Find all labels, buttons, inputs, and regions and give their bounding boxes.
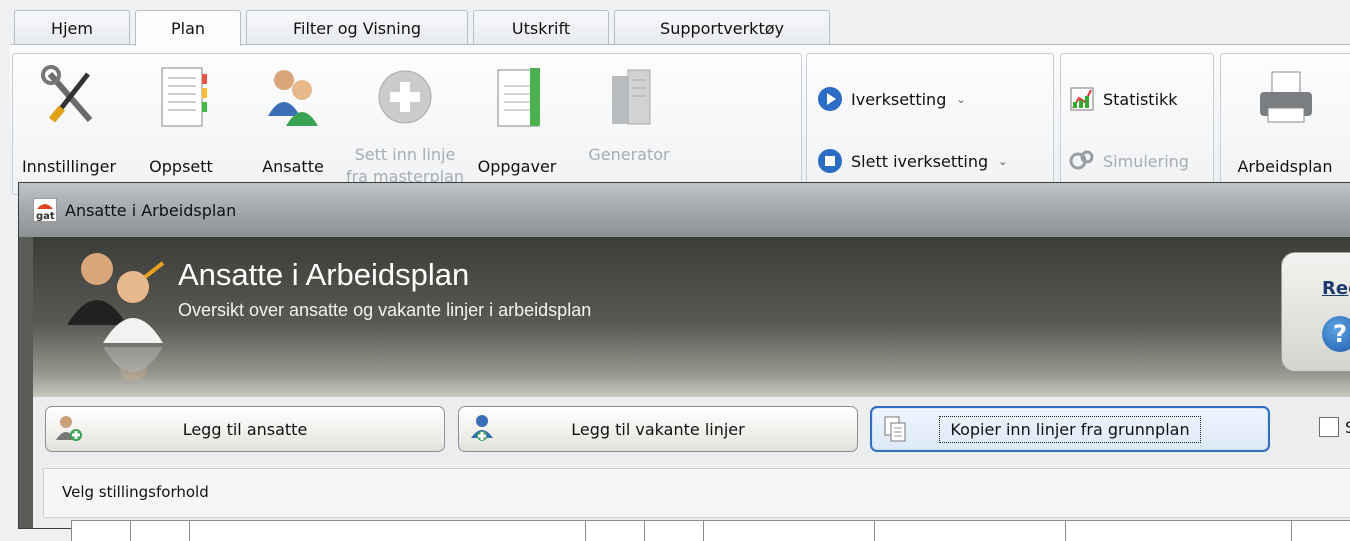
ribbon-group-plan: Innstillinger Oppsett Ansatte Sett inn l… [12,53,802,195]
simulering-label: Simulering [1103,151,1189,171]
kopier-inn-linjer-label: Kopier inn linjer fra grunnplan [939,415,1201,443]
sl-checkbox-label: Sl [1345,418,1350,437]
generator-button[interactable]: Generator [579,60,679,190]
grid-column[interactable] [702,521,874,541]
oppgaver-button[interactable]: Oppgaver [467,60,567,190]
help-link[interactable]: Reg [1322,278,1350,299]
sett-inn-linje-button[interactable]: Sett inn linje fra masterplan [346,60,464,190]
grid-column[interactable] [71,521,131,541]
statistikk-button[interactable]: Statistikk [1069,86,1178,112]
tools-icon [41,65,93,123]
innstillinger-button[interactable]: Innstillinger [19,60,119,190]
svg-text:gat: gat [36,211,55,221]
oppsett-label: Oppsett [149,157,213,176]
employee-grid-header [71,520,1350,541]
printer-icon [1260,71,1312,123]
grid-column[interactable] [189,521,585,541]
employees-header-icon [67,253,165,381]
legg-til-vakante-button[interactable]: Legg til vakante linjer [458,406,858,452]
tab-filter-og-visning[interactable]: Filter og Visning [246,10,468,45]
simulering-button[interactable]: Simulering [1069,148,1189,174]
legg-til-vakante-label: Legg til vakante linjer [571,419,745,439]
arbeidsplan-label: Arbeidsplan [1237,157,1333,176]
oppsett-button[interactable]: Oppsett [131,60,231,190]
plus-circle-icon [378,70,432,124]
dialog-content: Legg til ansatte Legg til vakante linjer… [33,397,1350,541]
generator-label: Generator [588,145,670,164]
ansatte-label: Ansatte [262,157,324,176]
tab-plan[interactable]: Plan [135,10,241,46]
header-subtitle: Oversikt over ansatte og vakante linjer … [178,300,592,320]
legg-til-ansatte-label: Legg til ansatte [182,419,308,439]
slett-iverksetting-label: Slett iverksetting [851,151,989,171]
dialog-window-title: Ansatte i Arbeidsplan [65,200,237,220]
legg-til-ansatte-button[interactable]: Legg til ansatte [45,406,445,452]
copy-icon [884,416,906,442]
chart-icon [1070,87,1094,111]
simulation-icon [1069,150,1094,170]
checkbox-box[interactable] [1319,417,1339,437]
grid-column[interactable] [1291,521,1350,541]
grid-column[interactable] [584,521,644,541]
iverksetting-button[interactable]: Iverksetting ⌄ [817,86,966,112]
slett-iverksetting-button[interactable]: Slett iverksetting ⌄ [817,148,1007,174]
chevron-down-icon: ⌄ [956,92,966,106]
arbeidsplan-button[interactable]: Arbeidsplan [1235,60,1335,190]
velg-stillingsforhold-section: Velg stillingsforhold [43,468,1350,518]
ribbon: Innstillinger Oppsett Ansatte Sett inn l… [10,44,1350,195]
stop-icon [818,149,842,173]
document-icon [497,68,540,127]
tab-supportverktoy[interactable]: Supportverktøy [614,10,830,45]
tab-hjem[interactable]: Hjem [14,10,130,45]
add-employee-icon [56,416,82,441]
people-icon [268,70,318,126]
generator-icon [612,69,651,125]
header-title: Ansatte i Arbeidsplan [178,257,470,292]
add-vacant-icon [471,415,493,441]
chevron-down-icon: ⌄ [998,154,1008,168]
ribbon-group-iverksetting: Iverksetting ⌄ Slett iverksetting ⌄ [806,53,1054,195]
ribbon-group-statistikk: Statistikk Simulering [1060,53,1214,195]
oppgaver-label: Oppgaver [477,157,557,176]
statistikk-label: Statistikk [1103,89,1178,109]
section-title: Velg stillingsforhold [62,483,209,501]
grid-column[interactable] [1064,521,1291,541]
tab-utskrift[interactable]: Utskrift [473,10,609,45]
help-panel: Reg ? [1281,252,1350,372]
sl-checkbox[interactable]: Sl [1319,417,1350,437]
gat-logo-icon: gat [33,198,57,222]
help-icon[interactable]: ? [1322,316,1350,352]
dialog-titlebar[interactable]: gat Ansatte i Arbeidsplan [19,183,1350,237]
ribbon-group-utskrift: Arbeidsplan [1220,53,1350,195]
ribbon-tabs: Hjem Plan Filter og Visning Utskrift Sup… [14,10,830,46]
ansatte-dialog: gat Ansatte i Arbeidsplan Ansatte i Arbe… [18,182,1350,541]
iverksetting-label: Iverksetting [851,89,947,109]
grid-column[interactable] [873,521,1065,541]
dialog-header: Ansatte i Arbeidsplan Oversikt over ansa… [33,237,1350,397]
play-icon [818,87,842,111]
kopier-inn-linjer-button[interactable]: Kopier inn linjer fra grunnplan [870,406,1270,452]
innstillinger-label: Innstillinger [21,157,117,176]
grid-column[interactable] [643,521,703,541]
notebook-icon [161,67,207,127]
ansatte-button[interactable]: Ansatte [243,60,343,190]
grid-column[interactable] [130,521,190,541]
